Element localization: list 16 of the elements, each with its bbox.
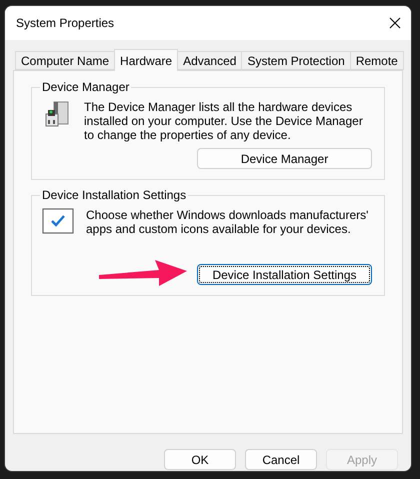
group-button[interactable]: Device Installation Settings bbox=[197, 264, 372, 285]
dialog-button[interactable]: OK bbox=[164, 449, 236, 470]
tab[interactable]: System Protection bbox=[241, 51, 351, 70]
checkbox-icon bbox=[42, 208, 74, 234]
window-title: System Properties bbox=[16, 16, 114, 30]
dialog-button[interactable]: Cancel bbox=[245, 449, 317, 470]
tab[interactable]: Hardware bbox=[114, 49, 178, 71]
group-button[interactable]: Device Manager bbox=[197, 148, 372, 169]
tab[interactable]: Remote bbox=[350, 51, 404, 70]
close-icon[interactable] bbox=[389, 17, 401, 29]
group-title: Device Installation Settings bbox=[40, 188, 188, 202]
tab[interactable]: Advanced bbox=[177, 51, 242, 70]
description-text: The Device Manager lists all the hardware devices installed on your computer. Use the Device Manager to change the properties of any device. bbox=[84, 100, 364, 142]
description-text: Choose whether Windows downloads manufacturers' apps and custom icons available for your devices. bbox=[86, 208, 370, 236]
tab[interactable]: Computer Name bbox=[15, 51, 116, 70]
group-title: Device Manager bbox=[40, 80, 132, 94]
